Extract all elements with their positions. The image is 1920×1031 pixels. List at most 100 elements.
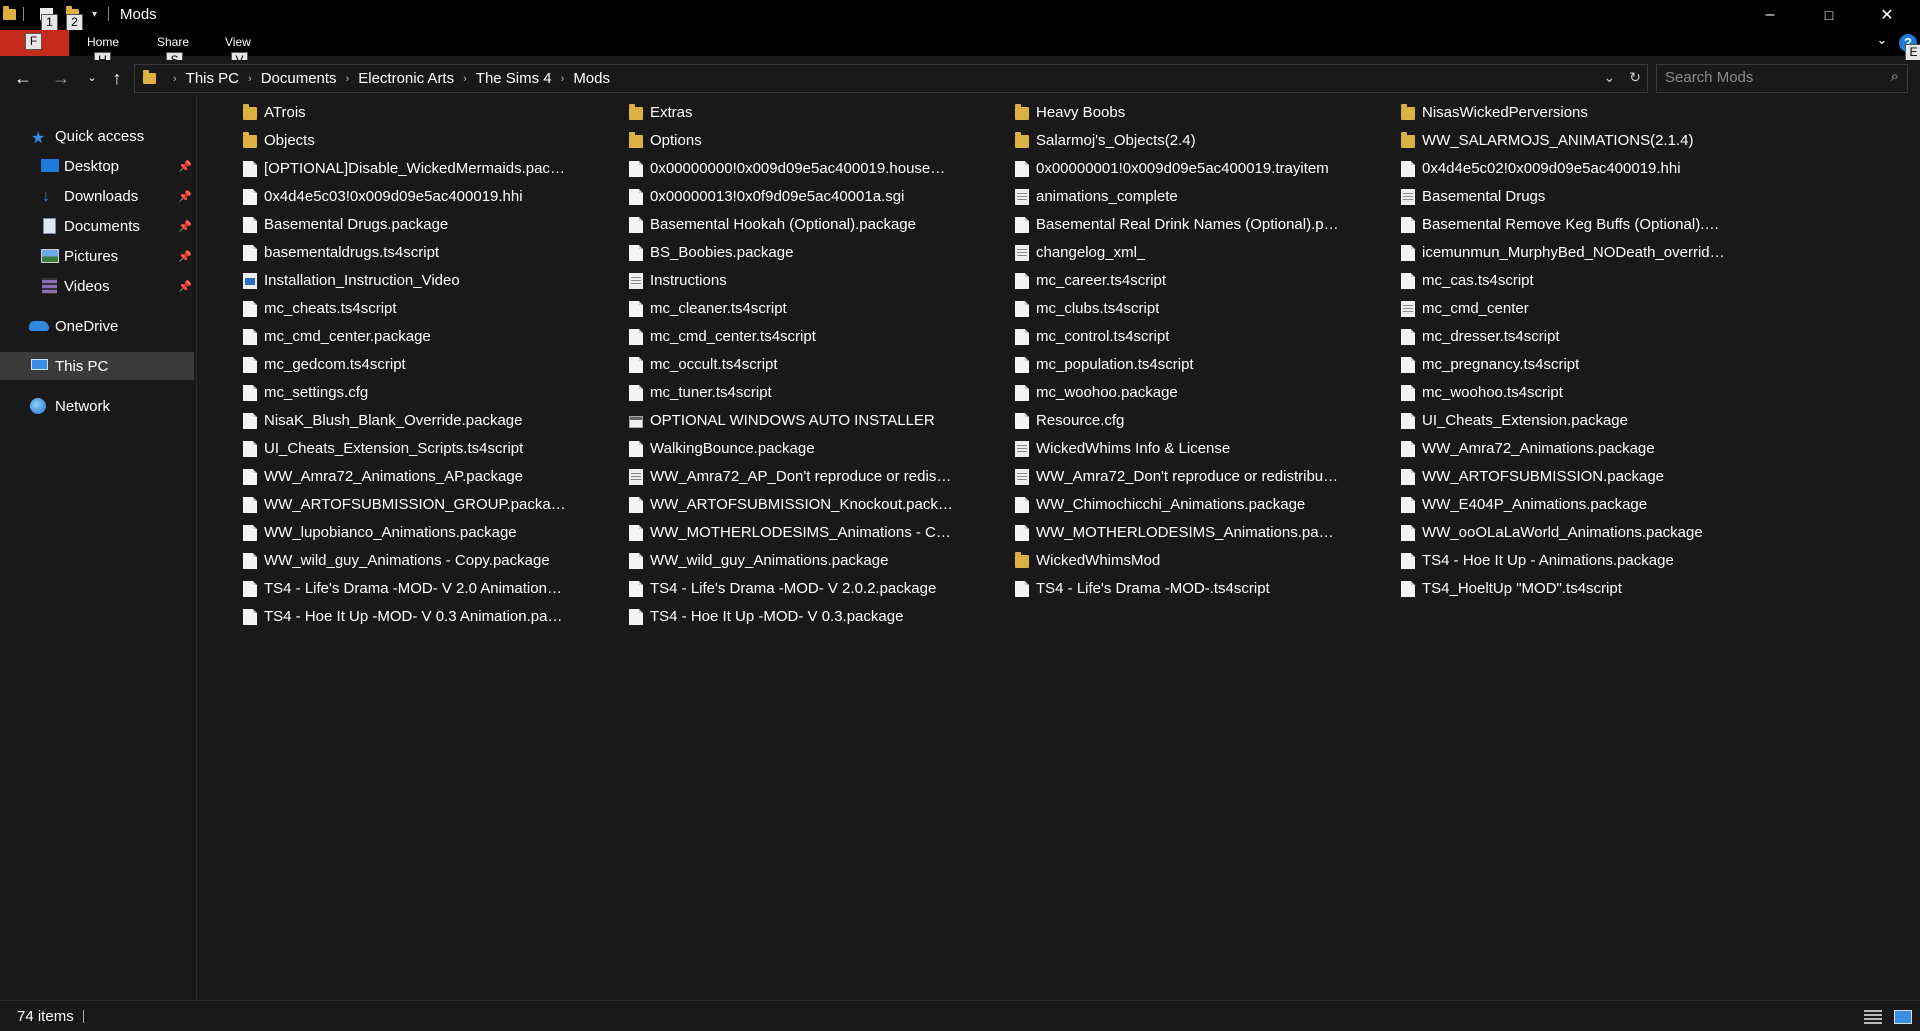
file-item[interactable]: WW_MOTHERLODESIMS_Animations - Copy.pa..… xyxy=(583,519,953,546)
file-item[interactable]: mc_woohoo.package xyxy=(969,379,1339,406)
file-item[interactable]: mc_clubs.ts4script xyxy=(969,295,1339,322)
file-item[interactable]: mc_career.ts4script xyxy=(969,267,1339,294)
file-item[interactable]: TS4 - Life's Drama -MOD- V 2.0 Animation… xyxy=(197,575,567,602)
breadcrumb-item[interactable]: Documents xyxy=(261,70,337,87)
file-item[interactable]: Installation_Instruction_Video xyxy=(197,267,567,294)
sidebar-item-videos[interactable]: Videos 📌 xyxy=(0,272,194,300)
file-item[interactable]: mc_pregnancy.ts4script xyxy=(1355,351,1725,378)
file-item[interactable]: 0x00000001!0x009d09e5ac400019.trayitem xyxy=(969,155,1339,182)
breadcrumb-item[interactable]: Electronic Arts xyxy=(358,70,454,87)
breadcrumb-item[interactable]: The Sims 4 xyxy=(476,70,552,87)
tab-view[interactable]: View xyxy=(225,35,251,49)
folder-item[interactable]: Extras xyxy=(583,99,953,126)
file-item[interactable]: 0x00000013!0x0f9d09e5ac40001a.sgi xyxy=(583,183,953,210)
file-item[interactable]: WW_ooOLaLaWorld_Animations.package xyxy=(1355,519,1725,546)
pin-icon[interactable]: 📌 xyxy=(178,280,192,293)
file-item[interactable]: mc_population.ts4script xyxy=(969,351,1339,378)
maximize-button[interactable]: □ xyxy=(1800,0,1858,30)
file-item[interactable]: basementaldrugs.ts4script xyxy=(197,239,567,266)
file-item[interactable]: WW_wild_guy_Animations - Copy.package xyxy=(197,547,567,574)
breadcrumb-separator-icon[interactable]: › xyxy=(346,73,350,85)
file-item[interactable]: WW_ARTOFSUBMISSION_GROUP.package xyxy=(197,491,567,518)
file-item[interactable]: WW_ARTOFSUBMISSION_Knockout.package xyxy=(583,491,953,518)
file-item[interactable]: mc_cleaner.ts4script xyxy=(583,295,953,322)
folder-item[interactable]: Salarmoj's_Objects(2.4) xyxy=(969,127,1339,154)
folder-item[interactable]: ATrois xyxy=(197,99,567,126)
large-icons-view-icon[interactable] xyxy=(1894,1010,1912,1024)
file-item[interactable]: UI_Cheats_Extension.package xyxy=(1355,407,1725,434)
file-item[interactable]: mc_control.ts4script xyxy=(969,323,1339,350)
pin-icon[interactable]: 📌 xyxy=(178,250,192,263)
file-item[interactable]: WW_Chimochicchi_Animations.package xyxy=(969,491,1339,518)
file-item[interactable]: OPTIONAL WINDOWS AUTO INSTALLER xyxy=(583,407,953,434)
file-item[interactable]: mc_occult.ts4script xyxy=(583,351,953,378)
file-item[interactable]: Basemental Real Drink Names (Optional).p… xyxy=(969,211,1339,238)
file-item[interactable]: mc_settings.cfg xyxy=(197,379,567,406)
file-item[interactable]: changelog_xml_ xyxy=(969,239,1339,266)
file-item[interactable]: mc_woohoo.ts4script xyxy=(1355,379,1725,406)
file-item[interactable]: UI_Cheats_Extension_Scripts.ts4script xyxy=(197,435,567,462)
file-item[interactable]: TS4 - Life's Drama -MOD- V 2.0.2.package xyxy=(583,575,953,602)
breadcrumb-separator-icon[interactable]: › xyxy=(463,73,467,85)
pin-icon[interactable]: 📌 xyxy=(178,190,192,203)
file-item[interactable]: mc_cas.ts4script xyxy=(1355,267,1725,294)
file-item[interactable]: WalkingBounce.package xyxy=(583,435,953,462)
file-item[interactable]: mc_tuner.ts4script xyxy=(583,379,953,406)
minimize-button[interactable]: – xyxy=(1741,0,1799,30)
sidebar-item-this-pc[interactable]: This PC xyxy=(0,352,194,380)
file-item[interactable]: 0x4d4e5c02!0x009d09e5ac400019.hhi xyxy=(1355,155,1725,182)
sidebar-item-quick-access[interactable]: ★ Quick access xyxy=(0,122,194,150)
file-item[interactable]: WW_ARTOFSUBMISSION.package xyxy=(1355,463,1725,490)
ribbon-expand-icon[interactable]: ⌄ xyxy=(1872,32,1892,52)
file-item[interactable]: animations_complete xyxy=(969,183,1339,210)
search-icon[interactable]: ⌕ xyxy=(1891,68,1899,85)
tab-share[interactable]: Share xyxy=(157,35,189,49)
file-item[interactable]: TS4_HoeltUp "MOD".ts4script xyxy=(1355,575,1725,602)
sidebar-item-network[interactable]: Network xyxy=(0,392,194,420)
file-item[interactable]: 0x4d4e5c03!0x009d09e5ac400019.hhi xyxy=(197,183,567,210)
breadcrumb-separator-icon[interactable]: › xyxy=(248,73,252,85)
refresh-icon[interactable]: ↻ xyxy=(1629,69,1641,86)
file-item[interactable]: mc_dresser.ts4script xyxy=(1355,323,1725,350)
file-item[interactable]: TS4 - Hoe It Up - Animations.package xyxy=(1355,547,1725,574)
file-item[interactable]: BS_Boobies.package xyxy=(583,239,953,266)
customize-quick-access-icon[interactable]: ▾ xyxy=(92,4,97,24)
sidebar-item-desktop[interactable]: Desktop 📌 xyxy=(0,152,194,180)
file-item[interactable]: WW_E404P_Animations.package xyxy=(1355,491,1725,518)
address-dropdown-icon[interactable]: ⌄ xyxy=(1604,69,1616,86)
folder-item[interactable]: WW_SALARMOJS_ANIMATIONS(2.1.4) xyxy=(1355,127,1725,154)
file-item[interactable]: 0x00000000!0x009d09e5ac400019.householdb… xyxy=(583,155,953,182)
file-item[interactable]: WW_MOTHERLODESIMS_Animations.package xyxy=(969,519,1339,546)
file-item[interactable]: WW_Amra72_Animations.package xyxy=(1355,435,1725,462)
file-item[interactable]: TS4 - Life's Drama -MOD-.ts4script xyxy=(969,575,1339,602)
file-item[interactable]: Basemental Hookah (Optional).package xyxy=(583,211,953,238)
close-button[interactable]: ✕ xyxy=(1858,0,1916,30)
breadcrumb-item[interactable]: This PC xyxy=(186,70,239,87)
sidebar-item-documents[interactable]: Documents 📌 xyxy=(0,212,194,240)
file-item[interactable]: WW_lupobianco_Animations.package xyxy=(197,519,567,546)
file-item[interactable]: mc_gedcom.ts4script xyxy=(197,351,567,378)
file-item[interactable]: WW_Amra72_AP_Don't reproduce or redistri… xyxy=(583,463,953,490)
file-item[interactable]: Basemental Drugs xyxy=(1355,183,1725,210)
address-bar[interactable]: › This PC › Documents › Electronic Arts › The S… xyxy=(134,64,1648,93)
file-item[interactable]: WW_Amra72_Don't reproduce or redistribut… xyxy=(969,463,1339,490)
file-item[interactable]: mc_cheats.ts4script xyxy=(197,295,567,322)
sidebar-item-onedrive[interactable]: OneDrive xyxy=(0,312,194,340)
search-box[interactable]: ⌕ xyxy=(1656,64,1908,93)
up-arrow-icon[interactable]: ↑ xyxy=(105,66,129,90)
file-item[interactable]: mc_cmd_center.package xyxy=(197,323,567,350)
breadcrumb-separator-icon[interactable]: › xyxy=(561,73,565,85)
file-item[interactable]: Basemental Drugs.package xyxy=(197,211,567,238)
breadcrumb-separator-icon[interactable]: › xyxy=(173,73,177,85)
breadcrumb-item[interactable]: Mods xyxy=(573,70,610,87)
pin-icon[interactable]: 📌 xyxy=(178,160,192,173)
sidebar-item-pictures[interactable]: Pictures 📌 xyxy=(0,242,194,270)
folder-item[interactable]: Options xyxy=(583,127,953,154)
file-item[interactable]: WW_wild_guy_Animations.package xyxy=(583,547,953,574)
folder-item[interactable]: Objects xyxy=(197,127,567,154)
folder-item[interactable]: Heavy Boobs xyxy=(969,99,1339,126)
pin-icon[interactable]: 📌 xyxy=(178,220,192,233)
recent-locations-chevron-icon[interactable]: ⌄ xyxy=(80,66,104,90)
sidebar-item-downloads[interactable]: ↓ Downloads 📌 xyxy=(0,182,194,210)
file-item[interactable]: NisaK_Blush_Blank_Override.package xyxy=(197,407,567,434)
